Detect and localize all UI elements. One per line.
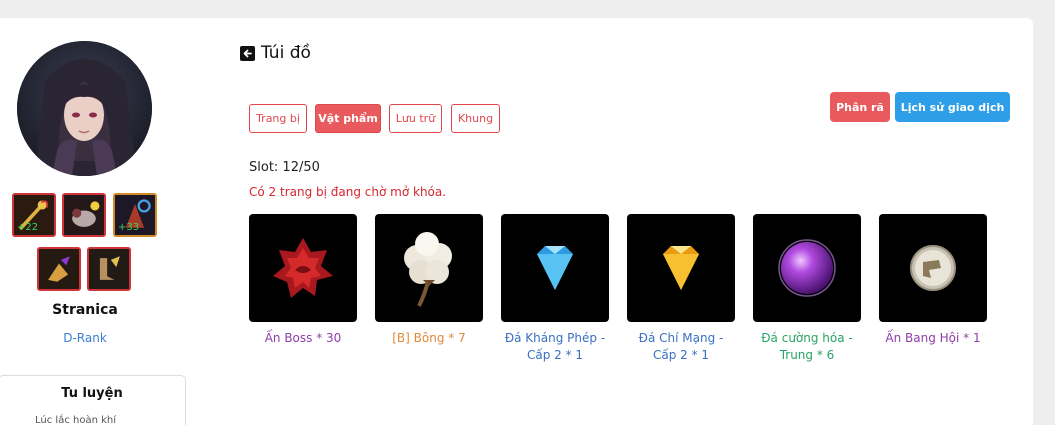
item-slot-6[interactable] [879, 214, 987, 322]
tab-vat-pham[interactable]: Vật phẩm [315, 104, 381, 133]
equip-slot-3[interactable]: +33 [113, 193, 157, 237]
user-rank: D-Rank [63, 331, 107, 345]
item-name-6: Ấn Bang Hội * 1 [885, 331, 981, 345]
blue-diamond-icon [537, 246, 573, 290]
item-slot-1[interactable] [249, 214, 357, 322]
equip-level-1: +22 [17, 222, 39, 233]
inventory-item: Ấn Bang Hội * 1 [879, 214, 987, 347]
item-name-1: Ấn Boss * 30 [264, 331, 342, 345]
item-slot-4[interactable] [627, 214, 735, 322]
item-slot-3[interactable] [501, 214, 609, 322]
tab-luu-tru[interactable]: Lưu trữ [389, 104, 442, 133]
purple-orb-icon [778, 239, 836, 297]
red-boss-seal-icon [273, 238, 333, 298]
tab-khung[interactable]: Khung [451, 104, 500, 133]
tab-trang-bi[interactable]: Trang bị [249, 104, 307, 133]
inventory-item: Đá Chí Mạng - Cấp 2 * 1 [627, 214, 735, 364]
item-name-3: Đá Kháng Phép - Cấp 2 * 1 [504, 331, 606, 362]
inventory-item: Đá Kháng Phép - Cấp 2 * 1 [501, 214, 609, 364]
disassemble-button[interactable]: Phân rã [830, 92, 890, 122]
item-slot-2[interactable] [375, 214, 483, 322]
equip-slot-4[interactable] [37, 247, 81, 291]
panel-title: Tu luyện [61, 386, 123, 401]
avatar[interactable] [17, 41, 152, 176]
inventory-item: [B] Bông * 7 [375, 214, 483, 347]
inventory-item: Ấn Boss * 30 [249, 214, 357, 347]
unlock-notice: Có 2 trang bị đang chờ mở khóa. [249, 185, 447, 199]
purple-gauntlet-icon [39, 249, 79, 289]
item-name-5: Đá cường hóa - Trung * 6 [761, 331, 853, 362]
hooded-character-avatar [17, 41, 152, 176]
equip-slot-2[interactable] [62, 193, 106, 237]
panel-subtitle: Lúc lắc hoàn khí [35, 415, 117, 425]
equip-level-3: +33 [118, 222, 140, 233]
page-heading: Túi đồ [240, 42, 311, 64]
yellow-diamond-icon [663, 246, 699, 290]
inventory-item: Đá cường hóa - Trung * 6 [753, 214, 861, 364]
equip-slot-1[interactable]: +22 [12, 193, 56, 237]
cotton-flower-icon [404, 232, 452, 307]
item-name-2: [B] Bông * 7 [392, 331, 466, 345]
equip-slot-5[interactable] [87, 247, 131, 291]
guild-seal-coin-icon [910, 245, 956, 291]
beast-mount-icon [64, 195, 104, 235]
item-slot-5[interactable] [753, 214, 861, 322]
username: Stranica [52, 302, 118, 318]
page-title: Túi đồ [261, 43, 311, 63]
trade-history-button[interactable]: Lịch sử giao dịch [895, 92, 1010, 122]
winged-boots-icon [89, 249, 129, 289]
arrow-left-square-icon[interactable] [240, 45, 255, 61]
cultivation-panel: Tu luyện Lúc lắc hoàn khí [0, 375, 186, 425]
slot-count: Slot: 12/50 [249, 160, 320, 175]
item-name-4: Đá Chí Mạng - Cấp 2 * 1 [638, 331, 724, 362]
